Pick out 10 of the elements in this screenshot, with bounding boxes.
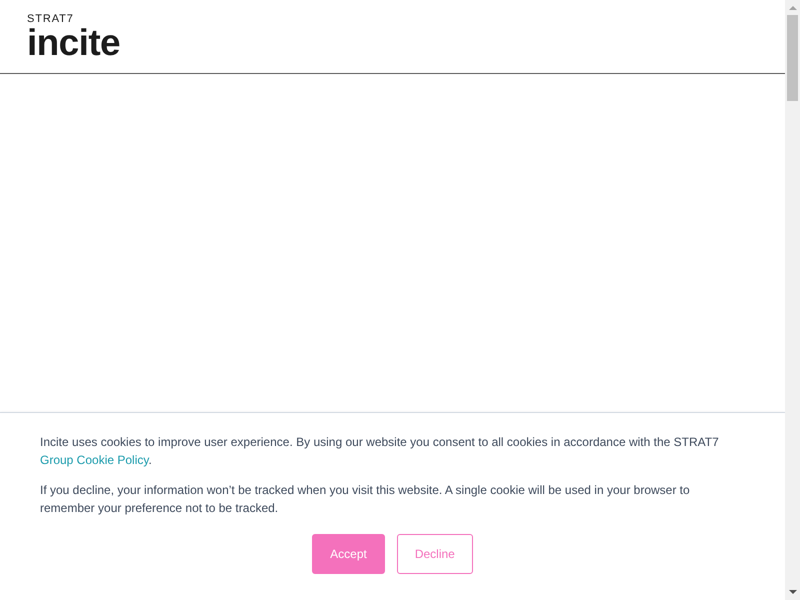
cookie-policy-link[interactable]: Group Cookie Policy	[40, 453, 148, 467]
scrollbar-thumb[interactable]	[787, 15, 798, 101]
decline-button[interactable]: Decline	[396, 534, 473, 574]
cookie-notice-text: Incite uses cookies to improve user experience. By using our website you consent to all cookies in accordance with the STRAT7 Group Cookie Policy.	[40, 434, 720, 469]
logo-wordmark: incite	[27, 26, 120, 60]
logo-tagline: STRAT7	[27, 13, 74, 25]
cookie-notice-text: If you decline, your information won’t be tracked when you visit this website. A single cookie will be used in your browser to remember your preference not to be tracked.	[40, 482, 691, 517]
accept-button[interactable]: Accept	[312, 534, 385, 574]
scroll-up-icon[interactable]	[788, 6, 796, 10]
scroll-down-icon[interactable]	[788, 590, 796, 594]
